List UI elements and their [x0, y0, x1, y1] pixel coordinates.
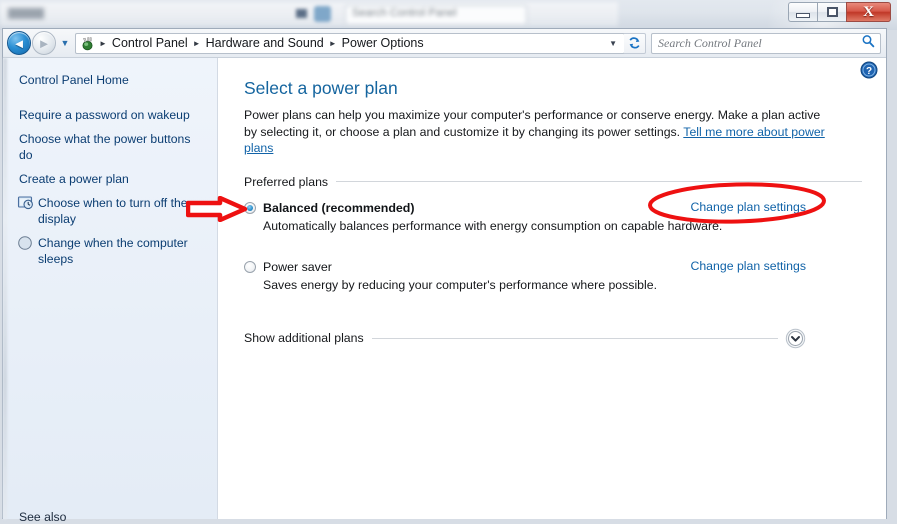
sidebar-item-label: Create a power plan [19, 172, 129, 186]
sidebar: Control Panel Home Require a password on… [3, 58, 218, 524]
balanced-change-plan-settings-link[interactable]: Change plan settings [690, 200, 806, 214]
maximize-icon [826, 7, 838, 17]
sidebar-item-label: Require a password on wakeup [19, 108, 190, 122]
moon-sleep-icon [17, 235, 34, 251]
close-icon: X [863, 3, 874, 20]
breadcrumb-item-control-panel[interactable]: Control Panel [109, 36, 191, 50]
minimize-icon [796, 13, 810, 18]
back-button[interactable]: ◄ [7, 31, 31, 55]
preferred-plans-header: Preferred plans [244, 175, 862, 189]
search-placeholder: Search Control Panel [658, 35, 762, 50]
sidebar-left-edge [3, 58, 7, 519]
breadcrumb-separator-1[interactable]: ► [191, 39, 203, 48]
minimize-button[interactable] [788, 2, 817, 22]
control-panel-window: ◄ ► ▼ ► Control Panel ► Hardware and Sou… [2, 28, 887, 524]
sidebar-item-create-a-power-plan[interactable]: Create a power plan [3, 171, 217, 187]
power-saver-radio[interactable] [244, 260, 256, 273]
plan-row-power-saver: Power saver Change plan settings Saves e… [244, 259, 862, 293]
sidebar-item-choose-when-to-turn-off-display[interactable]: Choose when to turn off the display [3, 195, 217, 227]
plan-description-balanced: Automatically balances performance with … [263, 218, 723, 233]
background-window: Search Control Panel [0, 0, 897, 30]
breadcrumb-dropdown-icon[interactable]: ▼ [609, 39, 621, 48]
plan-name-power-saver: Power saver [263, 259, 332, 274]
plan-header-balanced[interactable]: Balanced (recommended) Change plan setti… [244, 200, 862, 216]
address-bar: ◄ ► ▼ ► Control Panel ► Hardware and Sou… [3, 29, 886, 58]
sidebar-item-label: Choose when to turn off the display [38, 196, 188, 226]
help-icon: ? [860, 61, 878, 79]
background-search-placeholder: Search Control Panel [352, 7, 457, 19]
chevron-down-circle-icon [785, 328, 806, 348]
plan-header-power-saver[interactable]: Power saver Change plan settings [244, 259, 862, 275]
see-also-heading: See also [19, 510, 67, 524]
breadcrumb-item-hardware-and-sound[interactable]: Hardware and Sound [203, 36, 327, 50]
plan-name-balanced: Balanced (recommended) [263, 200, 415, 215]
show-additional-plans-row[interactable]: Show additional plans [244, 328, 862, 349]
page-title: Select a power plan [244, 78, 398, 98]
window-body: Control Panel Home Require a password on… [3, 58, 886, 524]
breadcrumb-item-power-options[interactable]: Power Options [339, 36, 427, 50]
sidebar-item-label: Change when the computer sleeps [38, 236, 188, 266]
breadcrumb[interactable]: ► Control Panel ► Hardware and Sound ► P… [75, 32, 625, 54]
maximize-button[interactable] [817, 2, 846, 22]
forward-arrow-icon: ► [37, 35, 51, 51]
power-options-icon [79, 36, 95, 51]
power-saver-change-plan-settings-link[interactable]: Change plan settings [690, 259, 806, 273]
refresh-button[interactable] [624, 32, 646, 54]
preferred-plans-rule [336, 181, 862, 182]
back-arrow-icon: ◄ [12, 35, 26, 51]
close-button[interactable]: X [846, 2, 891, 22]
background-toolbar-items [8, 8, 44, 19]
background-icon-a [296, 9, 307, 18]
background-icon-b [314, 6, 331, 22]
sidebar-item-label: Choose what the power buttons do [19, 132, 191, 162]
sidebar-item-choose-what-power-buttons-do[interactable]: Choose what the power buttons do [3, 131, 217, 163]
show-additional-plans-label: Show additional plans [244, 331, 364, 345]
search-icon [861, 34, 880, 53]
show-additional-plans-rule [371, 337, 778, 339]
sidebar-item-change-when-computer-sleeps[interactable]: Change when the computer sleeps [3, 235, 217, 267]
help-button[interactable]: ? [859, 60, 879, 80]
recent-pages-dropdown-button[interactable]: ▼ [58, 38, 72, 48]
page-description: Power plans can help you maximize your c… [244, 107, 834, 157]
forward-button[interactable]: ► [32, 31, 56, 55]
svg-text:?: ? [866, 66, 872, 77]
balanced-radio[interactable] [244, 201, 256, 214]
sidebar-item-label: Control Panel Home [19, 73, 129, 87]
plan-row-balanced: Balanced (recommended) Change plan setti… [244, 200, 862, 234]
refresh-icon [629, 37, 640, 49]
preferred-plans-label: Preferred plans [244, 174, 329, 189]
display-clock-icon [17, 195, 34, 211]
sidebar-item-require-password-on-wakeup[interactable]: Require a password on wakeup [3, 107, 217, 123]
expand-additional-plans-button[interactable] [785, 328, 806, 349]
breadcrumb-separator-0: ► [99, 38, 107, 48]
main-content: ? Select a power plan Power plans can he… [218, 58, 886, 519]
search-input[interactable]: Search Control Panel [651, 32, 881, 54]
plan-description-power-saver: Saves energy by reducing your computer's… [263, 277, 657, 292]
chevron-down-icon: ▼ [60, 38, 70, 48]
sidebar-item-control-panel-home[interactable]: Control Panel Home [3, 72, 217, 88]
breadcrumb-separator-2[interactable]: ► [327, 39, 339, 48]
window-controls: X [788, 2, 891, 22]
